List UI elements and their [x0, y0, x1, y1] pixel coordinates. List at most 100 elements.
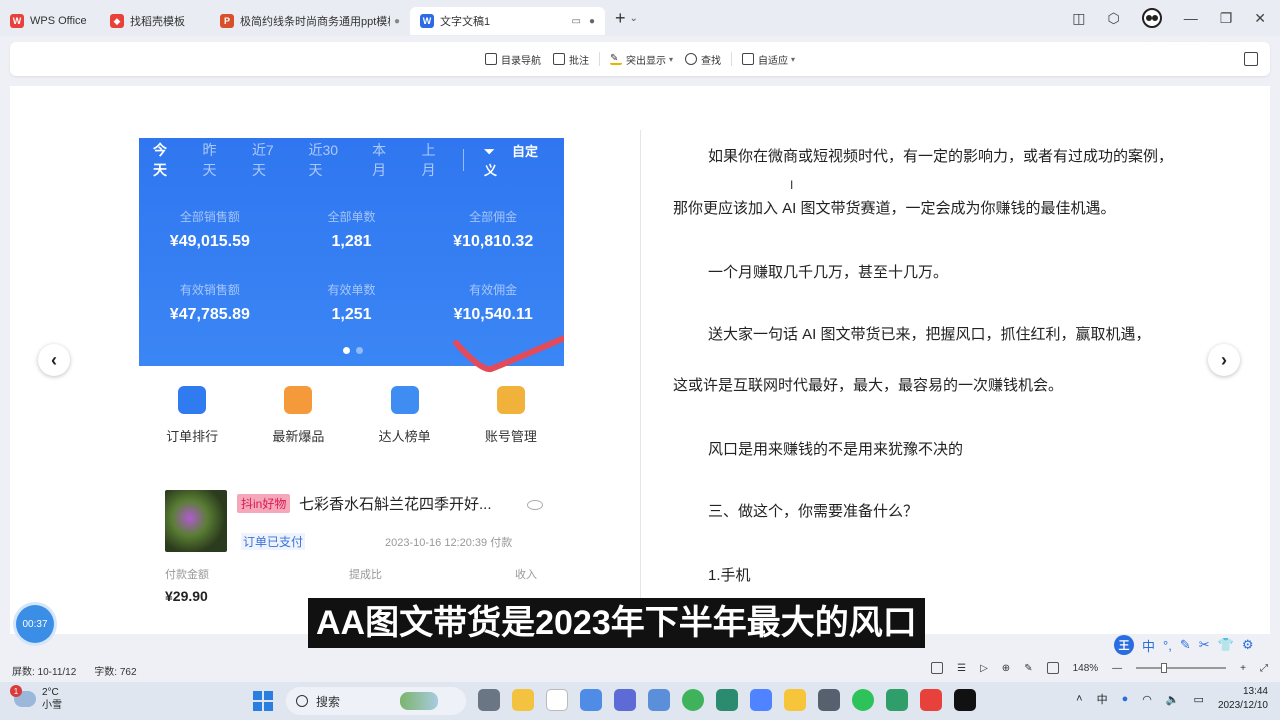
carousel-dots	[343, 347, 363, 354]
stat-item: 有效佣金 ¥10,540.11	[422, 281, 564, 324]
next-page-button[interactable]: ›	[1208, 344, 1240, 376]
web-icon[interactable]: ⊕	[1002, 663, 1010, 674]
highlighter-icon: ✎	[609, 53, 622, 65]
ime-lang-toggle[interactable]: 中	[1142, 636, 1155, 655]
meeting-icon[interactable]	[750, 689, 772, 711]
wps-icon[interactable]	[920, 689, 942, 711]
play-icon[interactable]: ▷	[980, 663, 988, 674]
tab-docer[interactable]: ◆ 找稻壳模板	[100, 7, 210, 35]
product-tag: 抖in好物	[237, 494, 291, 513]
stat-label: 有效单数	[327, 283, 376, 297]
ppt-icon: P	[220, 14, 234, 28]
search-icon	[296, 695, 308, 707]
filter-yesterday: 昨天	[202, 142, 217, 178]
reading-toolbar: 目录导航 批注 ✎ 突出显示 ▾ 查找 自适应 ▾	[10, 42, 1270, 76]
clock[interactable]: 13:44 2023/12/10	[1218, 685, 1268, 713]
pen-icon[interactable]: ✎	[1024, 663, 1032, 674]
menu-label: 达人榜单	[378, 429, 431, 444]
zoom-in-icon[interactable]: +	[1240, 663, 1246, 674]
tab-document[interactable]: W 文字文稿1 ▭ ●	[410, 7, 605, 35]
new-tab-icon[interactable]: +	[615, 8, 626, 29]
wechat-icon[interactable]	[852, 689, 874, 711]
chevron-down-icon: ▾	[668, 54, 673, 64]
app-icon[interactable]	[614, 689, 636, 711]
stat-item: 全部销售额 ¥49,015.59	[139, 208, 281, 251]
page-view-icon[interactable]	[931, 662, 944, 674]
slider-handle[interactable]	[1161, 663, 1168, 673]
tab-ppt-template[interactable]: P 极简约线条时尚商务通用ppt模板 ●	[210, 7, 410, 35]
comment-label: 批注	[568, 55, 589, 67]
punctuation-icon[interactable]: °,	[1163, 638, 1172, 653]
browser-icon[interactable]	[682, 689, 704, 711]
nav-button[interactable]: 目录导航	[484, 52, 541, 67]
product-title: 七彩香水石斛兰花四季开好...	[299, 496, 492, 513]
scissors-icon[interactable]: ✂	[1199, 637, 1210, 653]
zoom-value[interactable]: 148%	[1073, 663, 1099, 674]
file-explorer-icon[interactable]	[512, 689, 534, 711]
pen-icon[interactable]: ✎	[1180, 637, 1191, 653]
fullscreen-icon[interactable]: ⤢	[1260, 663, 1268, 674]
divider	[598, 52, 600, 66]
shirt-icon[interactable]: 👕	[1218, 637, 1234, 653]
status-bar: 屏数: 10-11/12 字数: 762 ☰ ▷ ⊕ ✎ 148% — + ⤢	[0, 658, 1280, 682]
time: 13:44	[1242, 686, 1268, 697]
exit-fullscreen-icon[interactable]	[1244, 52, 1258, 66]
notepad-icon[interactable]	[546, 689, 568, 711]
app-tray-icon[interactable]: ●	[1122, 693, 1129, 705]
minimize-icon[interactable]: —	[1184, 10, 1198, 26]
find-button[interactable]: 查找	[685, 52, 721, 67]
close-tab-icon[interactable]: ●	[589, 16, 595, 27]
ime-logo-icon[interactable]: 王	[1114, 635, 1134, 655]
chatgpt-icon[interactable]	[716, 689, 738, 711]
taskbar-apps	[478, 689, 976, 711]
tab-wps-office[interactable]: W WPS Office	[0, 7, 100, 35]
chevron-down-icon[interactable]: ⌄	[630, 13, 638, 24]
zoom-out-icon[interactable]: —	[1112, 663, 1122, 674]
start-button[interactable]	[253, 691, 273, 711]
monitor-icon[interactable]: ▭	[572, 16, 581, 27]
store-icon[interactable]	[580, 689, 602, 711]
notes-icon[interactable]	[784, 689, 806, 711]
close-icon[interactable]: ✕	[1254, 10, 1266, 27]
fit-page-icon[interactable]	[1046, 662, 1059, 674]
task-view-icon[interactable]	[478, 689, 500, 711]
windows-taskbar: 1 2°C 小雪 搜索 ˄ 中 ● ◠ 🔈 ▭ 13:44 2023/12/10	[0, 682, 1280, 720]
fit-button[interactable]: 自适应 ▾	[742, 52, 795, 67]
ime-indicator[interactable]: 中	[1097, 691, 1108, 707]
stat-item: 全部佣金 ¥10,810.32	[422, 208, 564, 251]
stat-value: ¥49,015.59	[169, 233, 250, 250]
prev-page-button[interactable]: ‹	[38, 344, 70, 376]
volume-icon[interactable]: 🔈	[1166, 693, 1180, 706]
screen-record-icon[interactable]	[886, 689, 908, 711]
stat-label: 有效佣金	[469, 283, 518, 297]
restore-icon[interactable]: ❐	[1220, 10, 1233, 27]
tab-bar: W WPS Office ◆ 找稻壳模板 P 极简约线条时尚商务通用ppt模板 …	[0, 0, 1280, 36]
list-icon	[484, 53, 497, 65]
quick-menu: 订单排行 最新爆品 达人榜单 账号管理	[139, 386, 564, 445]
close-tab-icon[interactable]: ●	[394, 16, 400, 27]
layout-icon[interactable]: ◫	[1072, 10, 1085, 27]
battery-icon[interactable]: ▭	[1194, 693, 1204, 706]
tab-label: 找稻壳模板	[130, 16, 185, 28]
outline-icon[interactable]: ☰	[957, 663, 966, 674]
capcut-icon[interactable]	[954, 689, 976, 711]
nav-label: 目录导航	[500, 55, 541, 67]
cube-icon[interactable]: ⬡	[1107, 10, 1119, 27]
chevron-down-icon: ▾	[791, 54, 796, 64]
avatar-icon[interactable]	[1141, 8, 1162, 28]
wifi-icon[interactable]: ◠	[1142, 693, 1152, 706]
comment-button[interactable]: 批注	[552, 52, 589, 67]
stat-value: ¥10,810.32	[453, 233, 534, 250]
taskbar-search[interactable]: 搜索	[286, 687, 466, 715]
gear-icon[interactable]: ⚙	[1242, 637, 1254, 653]
word-icon: W	[420, 14, 434, 28]
chevron-up-icon[interactable]: ˄	[1076, 693, 1082, 705]
dot	[343, 347, 350, 354]
weather-widget[interactable]: 1 2°C 小雪	[10, 685, 62, 712]
highlight-button[interactable]: ✎ 突出显示 ▾	[609, 52, 673, 67]
zoom-slider[interactable]	[1136, 663, 1227, 673]
game-icon[interactable]	[818, 689, 840, 711]
recording-timer[interactable]: 00:37	[16, 605, 54, 643]
gear-app-icon[interactable]	[648, 689, 670, 711]
dot	[356, 347, 363, 354]
